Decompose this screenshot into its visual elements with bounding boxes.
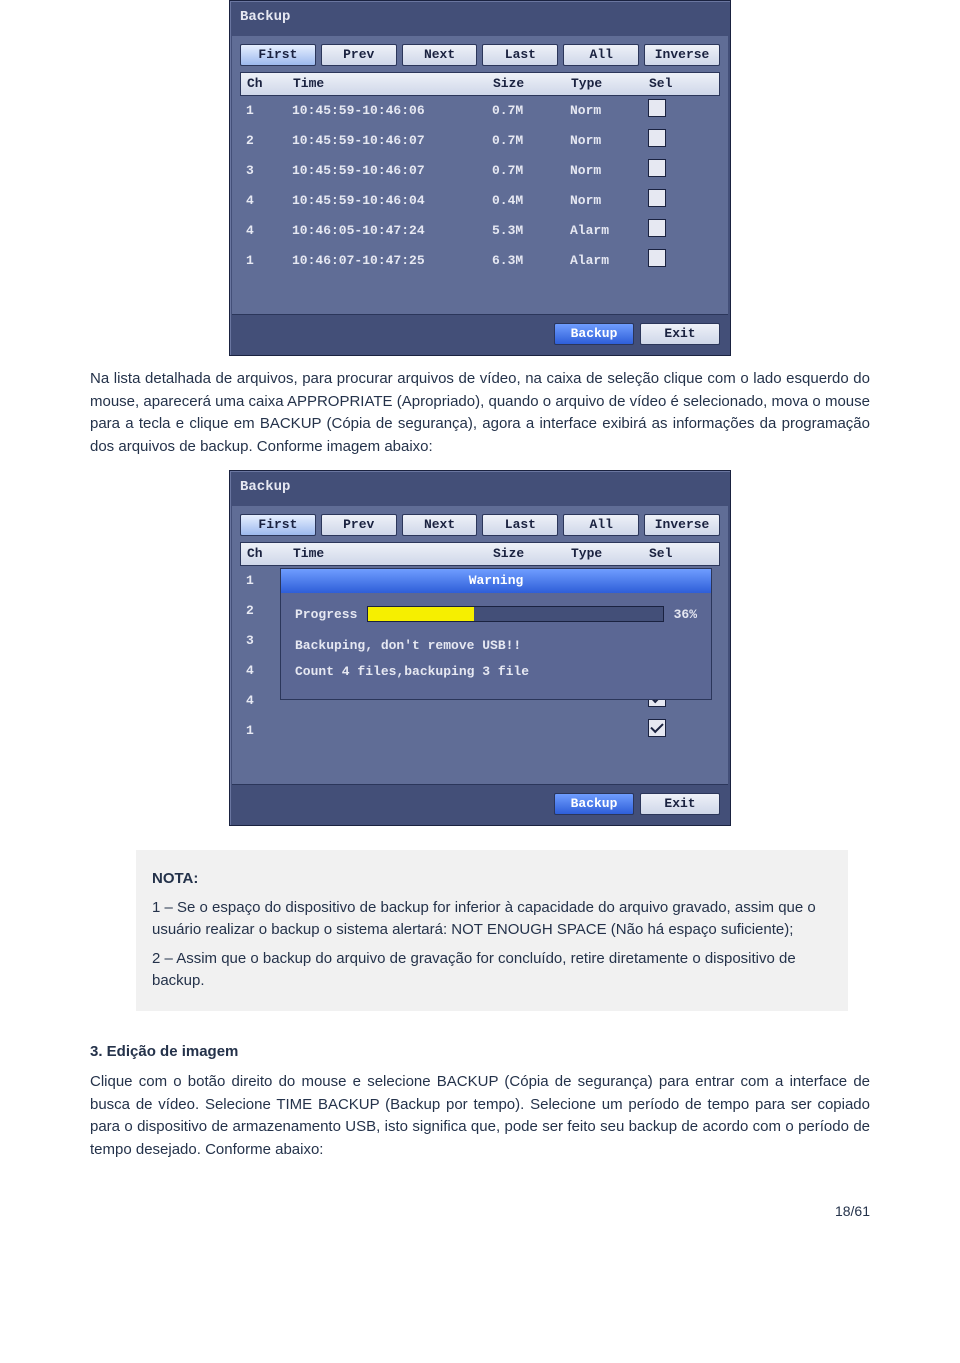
select-checkbox[interactable] [648, 159, 666, 177]
nav-all-button[interactable]: All [563, 44, 639, 66]
note-box: NOTA: 1 – Se o espaço do dispositivo de … [136, 850, 848, 1011]
col-sel: Sel [649, 74, 719, 94]
section-3-heading: 3. Edição de imagem [90, 1041, 870, 1064]
col-size: Size [493, 544, 571, 564]
col-sel: Sel [649, 544, 719, 564]
nav-button-row: First Prev Next Last All Inverse [240, 44, 720, 66]
select-checkbox[interactable] [648, 219, 666, 237]
backup-button[interactable]: Backup [554, 323, 634, 345]
select-checkbox[interactable] [648, 99, 666, 117]
section-3-body: Clique com o botão direito do mouse e se… [90, 1071, 870, 1161]
table-row: 410:46:05-10:47:245.3MAlarm [240, 216, 720, 246]
col-ch: Ch [241, 544, 293, 564]
table-body: 110:45:59-10:46:060.7MNorm210:45:59-10:4… [240, 96, 720, 306]
table-row: 1 [240, 716, 720, 746]
nav-first-button[interactable]: First [240, 44, 316, 66]
warning-title: Warning [281, 569, 711, 593]
col-time: Time [293, 544, 493, 564]
select-checkbox[interactable] [648, 249, 666, 267]
col-time: Time [293, 74, 493, 94]
col-size: Size [493, 74, 571, 94]
nav-inverse-button[interactable]: Inverse [644, 514, 720, 536]
select-checkbox[interactable] [648, 719, 666, 737]
nav-prev-button[interactable]: Prev [321, 514, 397, 536]
note-item-2: 2 – Assim que o backup do arquivo de gra… [152, 948, 832, 993]
nav-button-row: First Prev Next Last All Inverse [240, 514, 720, 536]
note-item-1: 1 – Se o espaço do dispositivo de backup… [152, 897, 832, 942]
col-type: Type [571, 544, 649, 564]
table-row: 110:45:59-10:46:060.7MNorm [240, 96, 720, 126]
nav-last-button[interactable]: Last [482, 44, 558, 66]
table-row: 110:46:07-10:47:256.3MAlarm [240, 246, 720, 276]
warning-line-1: Backuping, don't remove USB!! [295, 636, 697, 656]
note-heading: NOTA: [152, 868, 832, 891]
nav-inverse-button[interactable]: Inverse [644, 44, 720, 66]
table-row: 410:45:59-10:46:040.4MNorm [240, 186, 720, 216]
warning-line-2: Count 4 files,backuping 3 file [295, 662, 697, 682]
progress-percent: 36% [674, 605, 697, 625]
nav-next-button[interactable]: Next [402, 514, 478, 536]
table-header: Ch Time Size Type Sel [240, 72, 720, 96]
exit-button[interactable]: Exit [640, 323, 720, 345]
table-row: 310:45:59-10:46:070.7MNorm [240, 156, 720, 186]
col-ch: Ch [241, 74, 293, 94]
select-checkbox[interactable] [648, 129, 666, 147]
backup-window-2: Backup First Prev Next Last All Inverse … [229, 470, 731, 826]
table-row: 210:45:59-10:46:070.7MNorm [240, 126, 720, 156]
progress-fill [368, 607, 474, 621]
table-header: Ch Time Size Type Sel [240, 542, 720, 566]
exit-button[interactable]: Exit [640, 793, 720, 815]
col-type: Type [571, 74, 649, 94]
table-body: 123441 Warning Progress 36% Backuping, d… [240, 566, 720, 776]
backup-button[interactable]: Backup [554, 793, 634, 815]
nav-all-button[interactable]: All [563, 514, 639, 536]
nav-prev-button[interactable]: Prev [321, 44, 397, 66]
nav-last-button[interactable]: Last [482, 514, 558, 536]
progress-bar [367, 606, 663, 622]
warning-dialog: Warning Progress 36% Backuping, don't re… [280, 568, 712, 700]
window-title: Backup [230, 1, 730, 34]
window-title: Backup [230, 471, 730, 504]
nav-first-button[interactable]: First [240, 514, 316, 536]
page-number: 18/61 [90, 1201, 870, 1222]
select-checkbox[interactable] [648, 189, 666, 207]
nav-next-button[interactable]: Next [402, 44, 478, 66]
progress-label: Progress [295, 605, 357, 625]
backup-window-1: Backup First Prev Next Last All Inverse … [229, 0, 731, 356]
paragraph-1: Na lista detalhada de arquivos, para pro… [90, 368, 870, 458]
